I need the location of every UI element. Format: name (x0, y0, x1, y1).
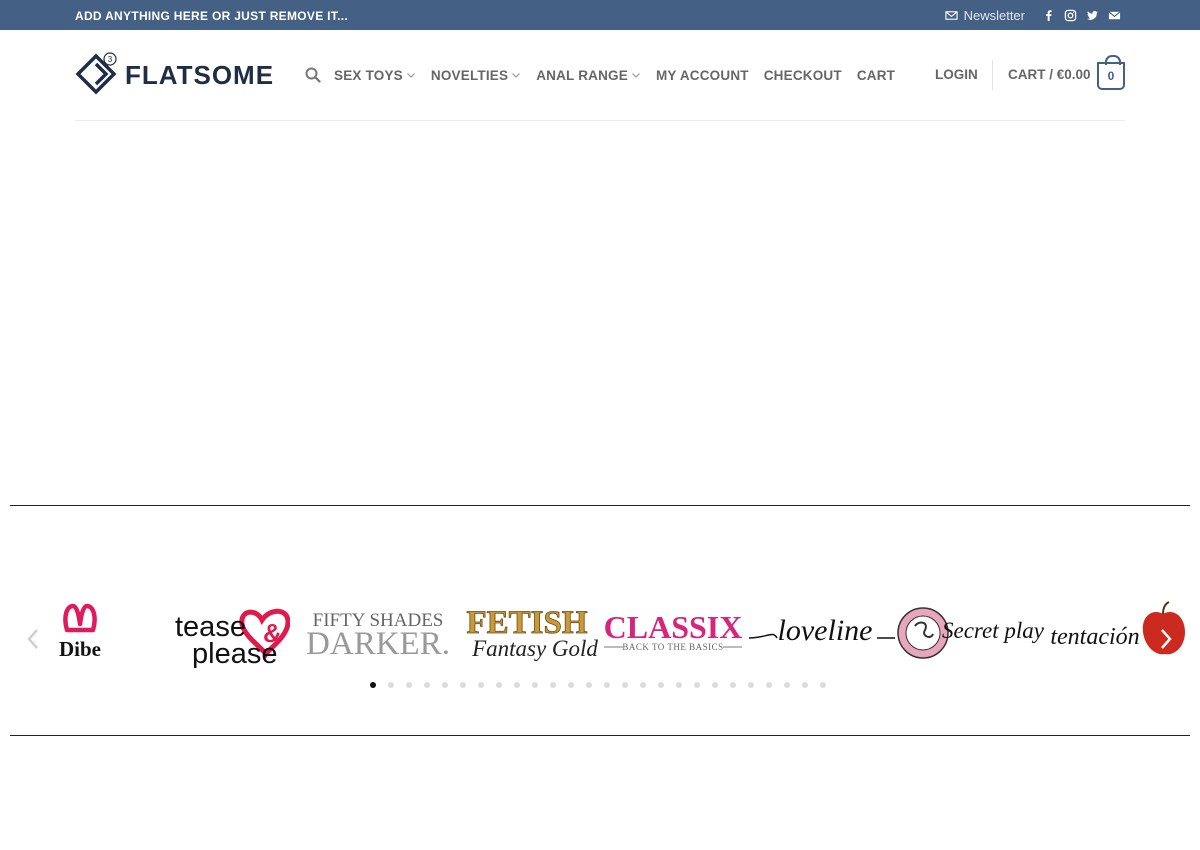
login-link[interactable]: LOGIN (935, 67, 978, 82)
carousel-dot[interactable] (514, 682, 520, 688)
top-bar: ADD ANYTHING HERE OR JUST REMOVE IT... N… (0, 0, 1200, 30)
main-nav: SEX TOYS NOVELTIES ANAL RANGE MY ACCOUNT… (305, 30, 910, 120)
carousel-dot[interactable] (694, 682, 700, 688)
carousel-dot[interactable] (712, 682, 718, 688)
brand-text-bottom: Fantasy Gold (471, 636, 598, 661)
cart-count-icon[interactable]: 0 (1097, 55, 1125, 90)
logo-mark-icon: 3 (75, 52, 117, 95)
carousel-dot[interactable] (676, 682, 682, 688)
carousel-dots (370, 682, 826, 688)
carousel-dot[interactable] (496, 682, 502, 688)
top-bar-right: Newsletter (945, 0, 1121, 30)
twitter-icon[interactable] (1085, 8, 1099, 22)
carousel-dot[interactable] (568, 682, 574, 688)
chevron-down-icon (632, 73, 640, 78)
nav-item-sex-toys[interactable]: SEX TOYS (334, 68, 416, 83)
brand-logo-tease-please[interactable]: tease & please (170, 598, 290, 668)
carousel-dot[interactable] (622, 682, 628, 688)
carousel-prev-button[interactable] (18, 622, 48, 656)
carousel-dot[interactable] (532, 682, 538, 688)
svg-text:3: 3 (108, 55, 113, 64)
carousel-dot[interactable] (550, 682, 556, 688)
brand-text-top: CLASSIX (604, 609, 743, 645)
carousel-dot[interactable] (640, 682, 646, 688)
chevron-left-icon (27, 629, 38, 649)
carousel-dot[interactable] (784, 682, 790, 688)
newsletter-label: Newsletter (963, 7, 1025, 23)
header-bottom-border (75, 120, 1125, 121)
brand-text: tentación (1050, 624, 1139, 650)
carousel-dot[interactable] (604, 682, 610, 688)
brand-text-bottom: DARKER. (306, 626, 450, 662)
brand-logo-loveline[interactable]: loveline (747, 598, 897, 668)
facebook-icon[interactable] (1041, 8, 1055, 22)
carousel-dot[interactable] (442, 682, 448, 688)
brand-logo-fifty-shades-darker[interactable]: FIFTY SHADES DARKER. (303, 598, 453, 668)
site-logo[interactable]: 3 FLATSOME (75, 52, 274, 98)
carousel-dot[interactable] (766, 682, 772, 688)
cart-link[interactable]: CART / €0.00 (1008, 67, 1091, 82)
carousel-dot[interactable] (748, 682, 754, 688)
carousel-dot[interactable] (406, 682, 412, 688)
brand-text-bottom: please (192, 638, 277, 668)
carousel-dot[interactable] (802, 682, 808, 688)
nav-item-checkout[interactable]: CHECKOUT (764, 68, 842, 83)
carousel-dot[interactable] (388, 682, 394, 688)
chevron-down-icon (406, 73, 415, 78)
nav-item-anal-range[interactable]: ANAL RANGE (536, 68, 641, 83)
carousel-next-button[interactable] (1151, 622, 1181, 656)
site-header: 3 FLATSOME SEX TOYS NOVELTIES ANAL RANGE… (0, 30, 1200, 120)
brand-logo-dibe[interactable]: Dibe (45, 598, 115, 668)
chevron-down-icon (512, 73, 521, 78)
brand-text: Secret play (942, 618, 1045, 643)
cart-count: 0 (1107, 69, 1115, 83)
chevron-right-icon (1161, 629, 1172, 649)
carousel-dot[interactable] (478, 682, 484, 688)
brand-logo-fetish-fantasy-gold[interactable]: FETISH Fantasy Gold (453, 598, 601, 668)
search-icon[interactable] (305, 67, 321, 83)
brand-text-bottom: BACK TO THE BASICS (622, 642, 723, 652)
section-divider-bottom (10, 735, 1190, 736)
carousel-dot[interactable] (424, 682, 430, 688)
brand-logo-classix[interactable]: CLASSIX BACK TO THE BASICS (601, 598, 747, 668)
section-divider-top (10, 505, 1190, 506)
brand-text: Dibe (59, 637, 101, 661)
dibe-bunny-icon: Dibe (59, 603, 101, 661)
top-bar-message: ADD ANYTHING HERE OR JUST REMOVE IT... (75, 9, 348, 23)
carousel-dot[interactable] (820, 682, 826, 688)
header-divider (992, 60, 993, 90)
nav-item-my-account[interactable]: MY ACCOUNT (656, 68, 749, 83)
carousel-dot[interactable] (370, 682, 376, 688)
carousel-dot[interactable] (586, 682, 592, 688)
carousel-dot[interactable] (460, 682, 466, 688)
envelope-icon[interactable] (1107, 8, 1121, 22)
carousel-dot[interactable] (730, 682, 736, 688)
nav-item-cart[interactable]: CART (857, 68, 895, 83)
brand-text: loveline (778, 614, 873, 647)
newsletter-link[interactable]: Newsletter (945, 8, 1025, 23)
logo-text: FLATSOME (125, 59, 275, 90)
envelope-icon (945, 8, 959, 22)
brand-logo-secret-play[interactable]: Secret play (895, 598, 1045, 668)
carousel-dot[interactable] (658, 682, 664, 688)
nav-item-novelties[interactable]: NOVELTIES (431, 68, 521, 83)
instagram-icon[interactable] (1063, 8, 1077, 22)
